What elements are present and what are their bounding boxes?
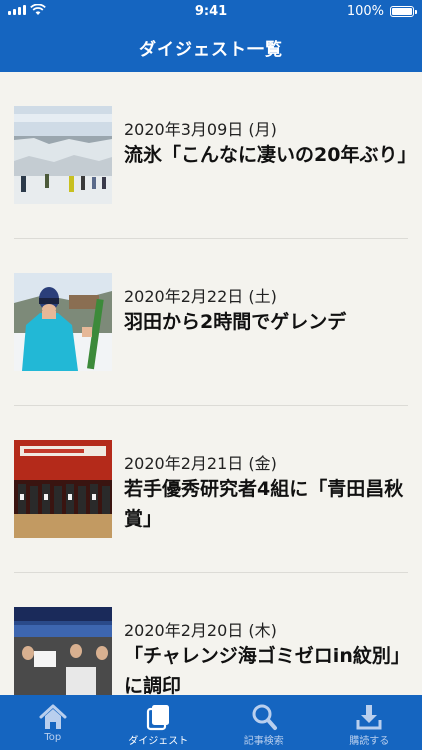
article-item[interactable]: 2020年2月22日 (土) 羽田から2時間でゲレンデ (0, 239, 422, 406)
search-icon (252, 704, 277, 730)
article-title: 若手優秀研究者4組に「青田昌秋賞」 (124, 478, 404, 530)
tab-label: ダイジェスト (128, 736, 189, 747)
article-item[interactable]: 2020年2月20日 (木) 「チャレンジ海ゴミゼロin紋別」に調印 (0, 573, 422, 695)
page-title: ダイジェスト一覧 (139, 40, 283, 60)
article-date: 2020年2月22日 (土) (124, 287, 277, 306)
article-list[interactable]: 2020年3月09日 (月) 流氷「こんなに凄いの20年ぶり」 2020年2月2… (0, 72, 422, 695)
tab-label: 購読する (349, 736, 390, 747)
home-icon (39, 704, 67, 729)
article-date: 2020年3月09日 (月) (124, 120, 277, 139)
article-item[interactable]: 2020年3月09日 (月) 流氷「こんなに凄いの20年ぶり」 (0, 72, 422, 239)
tab-label: Top (44, 732, 62, 743)
tab-top[interactable]: Top (0, 695, 106, 750)
article-title: 流氷「こんなに凄いの20年ぶり」 (124, 144, 417, 166)
battery-percent: 100% (346, 4, 384, 19)
article-date: 2020年2月20日 (木) (124, 621, 277, 640)
tab-bar: Top ダイジェスト 記事検索 購読する (0, 695, 422, 750)
article-title: 羽田から2時間でゲレンデ (124, 311, 347, 333)
symposium-photo (14, 607, 112, 695)
article-item[interactable]: 2020年2月21日 (金) 若手優秀研究者4組に「青田昌秋賞」 (0, 406, 422, 573)
article-title: 「チャレンジ海ゴミゼロin紋別」に調印 (124, 645, 401, 695)
tab-subscribe[interactable]: 購読する (317, 695, 422, 750)
battery-icon (390, 6, 417, 17)
top-bar: 9:41 100% ダイジェスト一覧 (0, 0, 422, 72)
download-icon (356, 705, 382, 730)
skier-photo (14, 273, 112, 371)
digest-icon (147, 705, 170, 731)
tab-search[interactable]: 記事検索 (211, 695, 317, 750)
drift-ice-photo (14, 106, 112, 204)
status-bar: 9:41 100% (0, 0, 422, 24)
award-ceremony-photo (14, 440, 112, 538)
tab-label: 記事検索 (243, 736, 284, 747)
article-date: 2020年2月21日 (金) (124, 454, 277, 473)
tab-digest[interactable]: ダイジェスト (106, 695, 212, 750)
